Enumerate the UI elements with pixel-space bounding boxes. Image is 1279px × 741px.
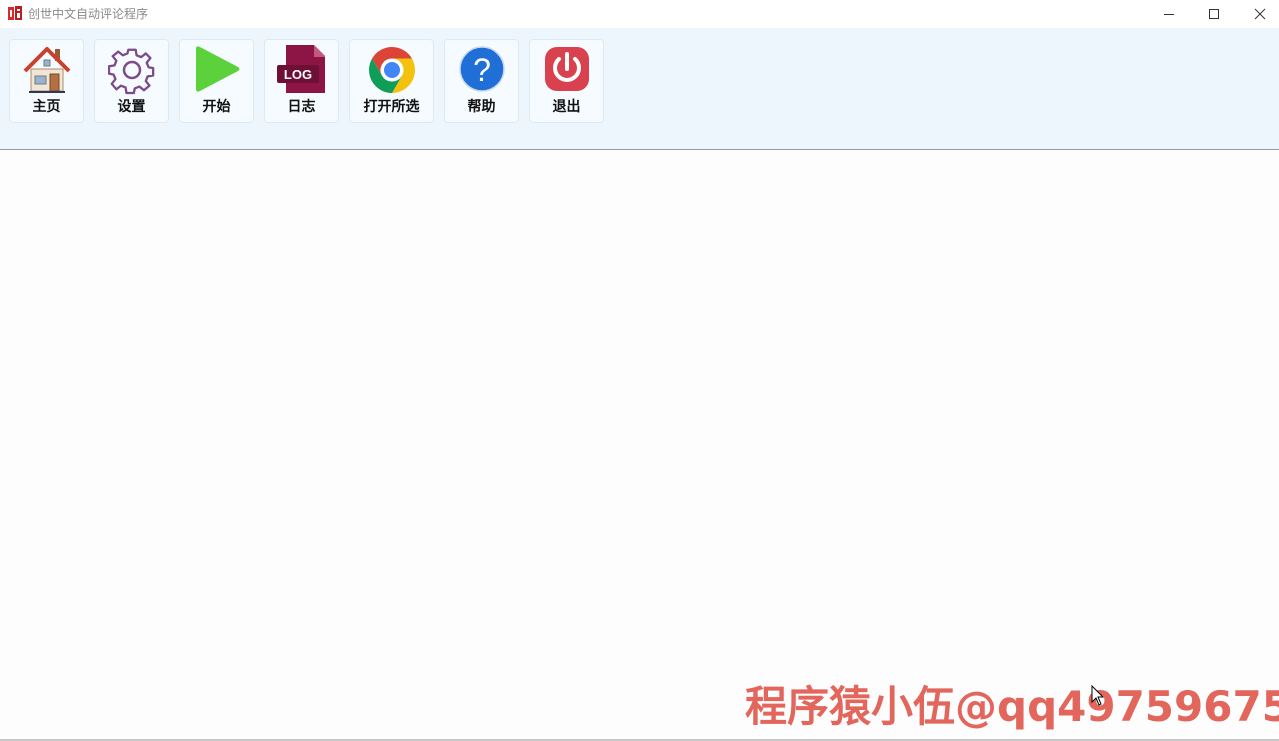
start-label: 开始 [202,99,231,115]
exit-button[interactable]: 退出 [529,39,604,123]
main-content-area [0,150,1279,739]
start-button[interactable]: 开始 [179,39,254,123]
open-selected-button[interactable]: 打开所选 [349,39,434,123]
close-button[interactable] [1237,0,1279,28]
help-label: 帮助 [467,99,496,115]
home-label: 主页 [32,99,61,115]
exit-label: 退出 [552,99,581,115]
home-icon [23,47,71,93]
maximize-button[interactable] [1191,0,1237,28]
mouse-cursor-icon [1091,685,1105,706]
home-button[interactable]: 主页 [9,39,84,123]
power-icon [545,47,589,91]
minimize-icon [1164,14,1174,15]
gear-icon [108,48,155,95]
chrome-icon [369,47,415,93]
toolbar: 主页 设置 开始 LOG 日志 打开所选 ? 帮助 退出 [0,28,1279,150]
app-logo-icon [8,6,22,20]
minimize-button[interactable] [1146,0,1192,28]
svg-text:?: ? [473,52,491,88]
window-title: 创世中文自动评论程序 [28,7,149,21]
log-label: 日志 [287,99,316,115]
svg-text:LOG: LOG [284,67,312,82]
settings-button[interactable]: 设置 [94,39,169,123]
close-icon [1254,8,1266,20]
open-selected-label: 打开所选 [363,99,420,115]
play-icon [196,46,240,92]
help-icon: ? [459,46,505,92]
log-button[interactable]: LOG 日志 [264,39,339,123]
log-file-icon: LOG [277,45,325,93]
maximize-icon [1209,9,1219,19]
help-button[interactable]: ? 帮助 [444,39,519,123]
title-bar[interactable]: 创世中文自动评论程序 [0,0,1279,28]
settings-label: 设置 [117,99,146,115]
app-window: 创世中文自动评论程序 主页 设置 开始 LOG 日志 打开所选 ? 帮助 退出 … [0,0,1279,741]
watermark-text: 程序猿小伍@qq497596754 [745,682,1279,731]
